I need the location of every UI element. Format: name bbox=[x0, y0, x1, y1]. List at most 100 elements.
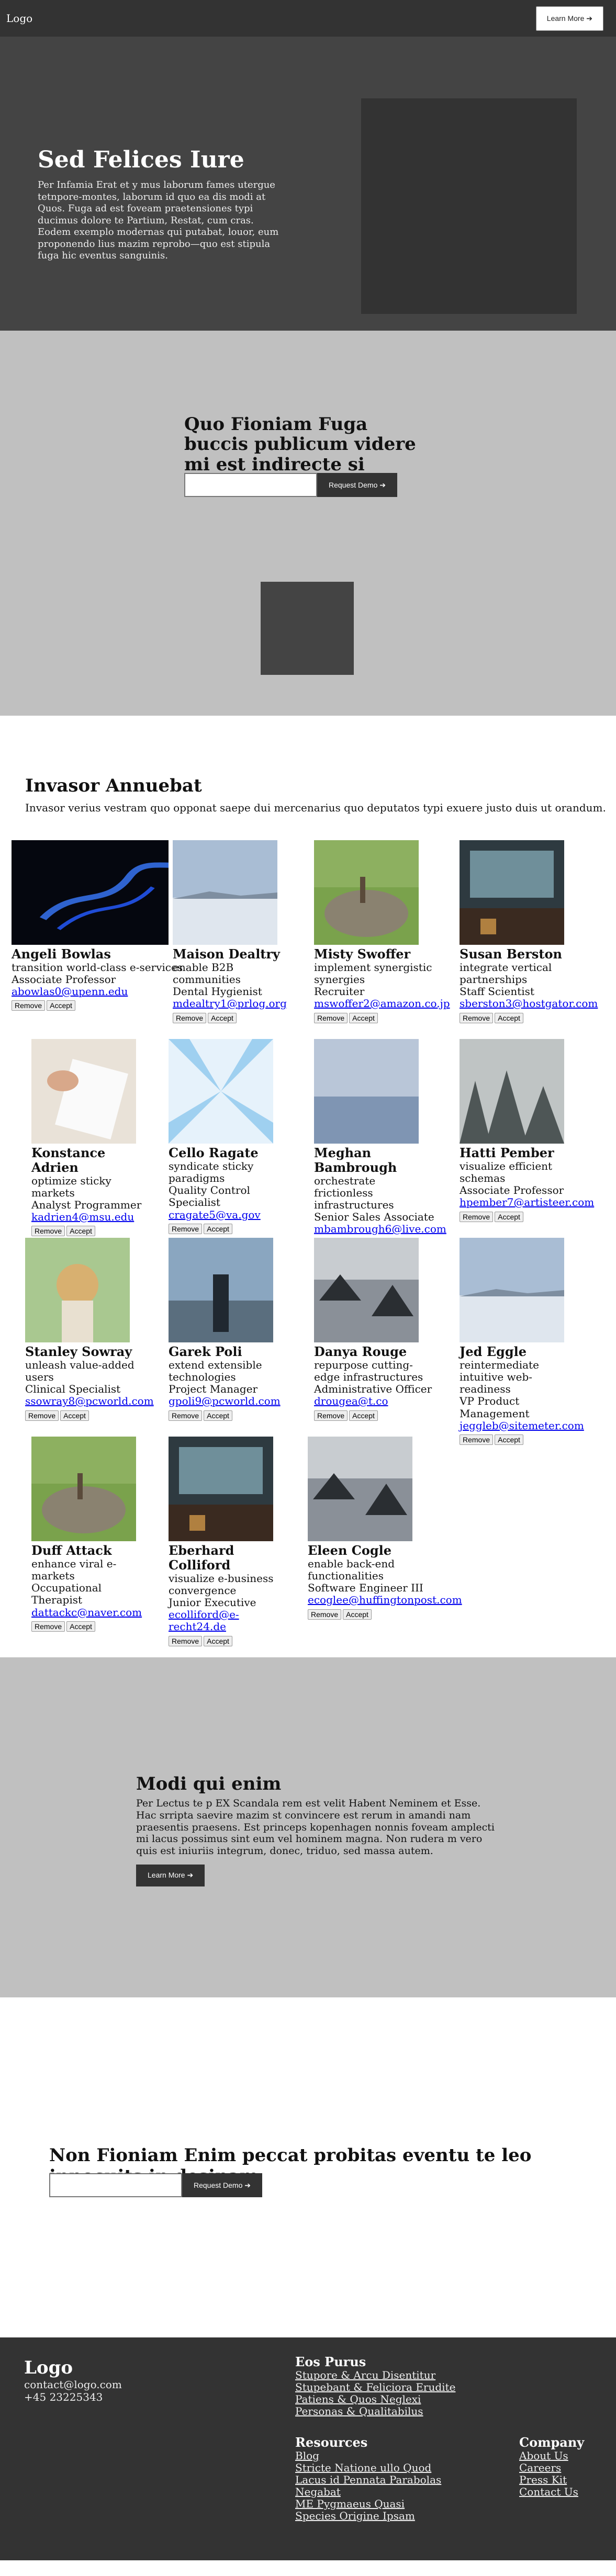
member-email-link[interactable]: ecolliford@e-recht24.de bbox=[169, 1608, 239, 1633]
demo-email-input[interactable] bbox=[184, 473, 317, 497]
member-email-link[interactable]: jeggleb@sitemeter.com bbox=[460, 1419, 584, 1432]
remove-button[interactable]: Remove bbox=[460, 1211, 494, 1222]
accept-button[interactable]: Accept bbox=[60, 1410, 89, 1421]
accept-button[interactable]: Accept bbox=[495, 1211, 523, 1222]
member-tagline: implement synergistic synergies bbox=[314, 961, 432, 986]
member-name: Danya Rouge bbox=[314, 1344, 407, 1359]
accept-button[interactable]: Accept bbox=[204, 1410, 232, 1421]
member-tagline: repurpose cutting-edge infrastructures bbox=[314, 1358, 423, 1384]
demo-image-placeholder bbox=[261, 582, 354, 675]
member-email-link[interactable]: ecoglee@huffingtonpost.com bbox=[308, 1594, 462, 1606]
hero-section: Sed Felices Iure Per Infamia Erat et y m… bbox=[0, 37, 616, 331]
member-actions: RemoveAccept bbox=[460, 1011, 580, 1023]
newsletter-email-input[interactable] bbox=[49, 2173, 182, 2197]
remove-button[interactable]: Remove bbox=[314, 1410, 348, 1421]
accept-button[interactable]: Accept bbox=[66, 1621, 95, 1632]
team-card: Danya Rouge repurpose cutting-edge infras… bbox=[314, 1238, 434, 1421]
accept-button[interactable]: Accept bbox=[47, 1000, 75, 1011]
remove-button[interactable]: Remove bbox=[169, 1223, 203, 1234]
footer-link[interactable]: Careers bbox=[519, 2462, 584, 2474]
team-card: Hatti Pember visualize efficient schemas A… bbox=[460, 1039, 594, 1222]
member-email-link[interactable]: mdealtry1@prlog.org bbox=[173, 997, 287, 1010]
member-email-link[interactable]: gpoli9@pcworld.com bbox=[169, 1395, 281, 1407]
member-role: Associate Professor bbox=[460, 1184, 564, 1197]
newsletter-request-demo-button[interactable]: Request Demo ➔ bbox=[182, 2173, 262, 2197]
footer-link[interactable]: ME Pygmaeus Quasi bbox=[295, 2498, 441, 2510]
member-email-link[interactable]: ssowray8@pcworld.com bbox=[25, 1395, 154, 1407]
learn-more-button[interactable]: Learn More ➔ bbox=[535, 6, 603, 31]
accept-button[interactable]: Accept bbox=[204, 1635, 232, 1646]
footer-link[interactable]: Blog bbox=[295, 2450, 441, 2462]
accept-button[interactable]: Accept bbox=[495, 1434, 523, 1445]
accept-button[interactable]: Accept bbox=[495, 1012, 523, 1023]
member-tagline: integrate vertical partnerships bbox=[460, 961, 552, 986]
member-tagline: visualize efficient schemas bbox=[460, 1159, 553, 1185]
member-name: Eleen Cogle bbox=[308, 1543, 392, 1558]
member-tagline: unleash value-added users bbox=[25, 1358, 135, 1384]
accept-button[interactable]: Accept bbox=[343, 1609, 372, 1620]
accept-button[interactable]: Accept bbox=[204, 1223, 232, 1234]
team-card: Stanley Sowray unleash value-added users C… bbox=[25, 1238, 154, 1421]
remove-button[interactable]: Remove bbox=[31, 1621, 65, 1632]
remove-button[interactable]: Remove bbox=[31, 1226, 65, 1237]
member-email-link[interactable]: kadrien4@msu.edu bbox=[31, 1211, 134, 1223]
footer-logo[interactable]: Logo bbox=[24, 2357, 122, 2378]
remove-button[interactable]: Remove bbox=[169, 1635, 203, 1646]
footer-link[interactable]: Negabat bbox=[295, 2486, 441, 2498]
remove-button[interactable]: Remove bbox=[25, 1410, 59, 1421]
about-text: Modi qui enim Per Lectus te p EX Scandal… bbox=[136, 1773, 497, 1886]
hero-text: Sed Felices Iure Per Infamia Erat et y m… bbox=[38, 146, 289, 262]
accept-button[interactable]: Accept bbox=[349, 1410, 378, 1421]
footer: Logo contact@logo.com +45 23225343 Eos P… bbox=[0, 2337, 616, 2560]
member-email-link[interactable]: abowlas0@upenn.edu bbox=[12, 985, 128, 998]
footer-link[interactable]: Press Kit bbox=[519, 2474, 584, 2486]
footer-link[interactable]: Stupore & Arcu Disentitur bbox=[295, 2369, 455, 2381]
team-card: Garek Poli extend extensible technologies… bbox=[169, 1238, 289, 1421]
notebook-hands-photo bbox=[31, 1039, 136, 1144]
request-demo-button[interactable]: Request Demo ➔ bbox=[317, 473, 397, 497]
remove-button[interactable]: Remove bbox=[460, 1012, 494, 1023]
footer-link[interactable]: Lacus id Pennata Parabolas bbox=[295, 2474, 441, 2486]
member-actions: RemoveAccept bbox=[173, 1011, 293, 1023]
member-email-link[interactable]: hpember7@artisteer.com bbox=[460, 1196, 594, 1208]
footer-link[interactable]: Contact Us bbox=[519, 2486, 584, 2498]
team-card: Cello Ragate syndicate sticky paradigms Qu… bbox=[169, 1039, 289, 1234]
remove-button[interactable]: Remove bbox=[169, 1410, 203, 1421]
team-card: Eberhard Colliford visualize e-business c… bbox=[169, 1437, 289, 1646]
remove-button[interactable]: Remove bbox=[12, 1000, 46, 1011]
member-name: Jed Eggle bbox=[460, 1344, 527, 1359]
top-navbar: Logo Learn More ➔ bbox=[0, 0, 616, 37]
accept-button[interactable]: Accept bbox=[66, 1226, 95, 1237]
footer-link[interactable]: Stricte Natione ullo Quod bbox=[295, 2462, 441, 2474]
demo-form: Request Demo ➔ bbox=[184, 473, 397, 497]
footer-link[interactable]: About Us bbox=[519, 2450, 584, 2462]
member-email-link[interactable]: dattackc@naver.com bbox=[31, 1606, 142, 1619]
remove-button[interactable]: Remove bbox=[314, 1012, 348, 1023]
footer-email: contact@logo.com bbox=[24, 2378, 122, 2391]
footer-link[interactable]: Personas & Qualitabilus bbox=[295, 2405, 455, 2417]
accept-button[interactable]: Accept bbox=[208, 1012, 237, 1023]
member-email-link[interactable]: sberston3@hostgator.com bbox=[460, 997, 598, 1010]
logo[interactable]: Logo bbox=[6, 12, 32, 25]
member-actions: RemoveAccept bbox=[12, 999, 184, 1011]
member-email-link[interactable]: drougea@t.co bbox=[314, 1395, 388, 1407]
team-card: Jed Eggle reintermediate intuitive web-re… bbox=[460, 1238, 584, 1445]
member-tagline: extend extensible technologies bbox=[169, 1358, 262, 1384]
footer-link[interactable]: Stupebant & Feliciora Erudite bbox=[295, 2381, 455, 2393]
member-name: Konstance Adrien bbox=[31, 1145, 106, 1175]
about-learn-more-button[interactable]: Learn More ➔ bbox=[136, 1864, 205, 1886]
footer-col-title: Eos Purus bbox=[295, 2354, 366, 2369]
remove-button[interactable]: Remove bbox=[308, 1609, 342, 1620]
footer-link[interactable]: Species Origine Ipsam bbox=[295, 2510, 441, 2522]
remove-button[interactable]: Remove bbox=[460, 1434, 494, 1445]
remove-button[interactable]: Remove bbox=[173, 1012, 207, 1023]
member-email-link[interactable]: cragate5@va.gov bbox=[169, 1208, 261, 1221]
member-email-link[interactable]: mbambrough6@live.com bbox=[314, 1223, 446, 1235]
member-email-link[interactable]: mswoffer2@amazon.co.jp bbox=[314, 997, 450, 1010]
footer-link[interactable]: Patiens & Quos Neglexi bbox=[295, 2393, 455, 2405]
accept-button[interactable]: Accept bbox=[349, 1012, 378, 1023]
member-name: Duff Attack bbox=[31, 1543, 112, 1558]
member-name: Angeli Bowlas bbox=[12, 946, 111, 962]
member-actions: RemoveAccept bbox=[460, 1210, 580, 1222]
member-actions: RemoveAccept bbox=[169, 1409, 289, 1421]
